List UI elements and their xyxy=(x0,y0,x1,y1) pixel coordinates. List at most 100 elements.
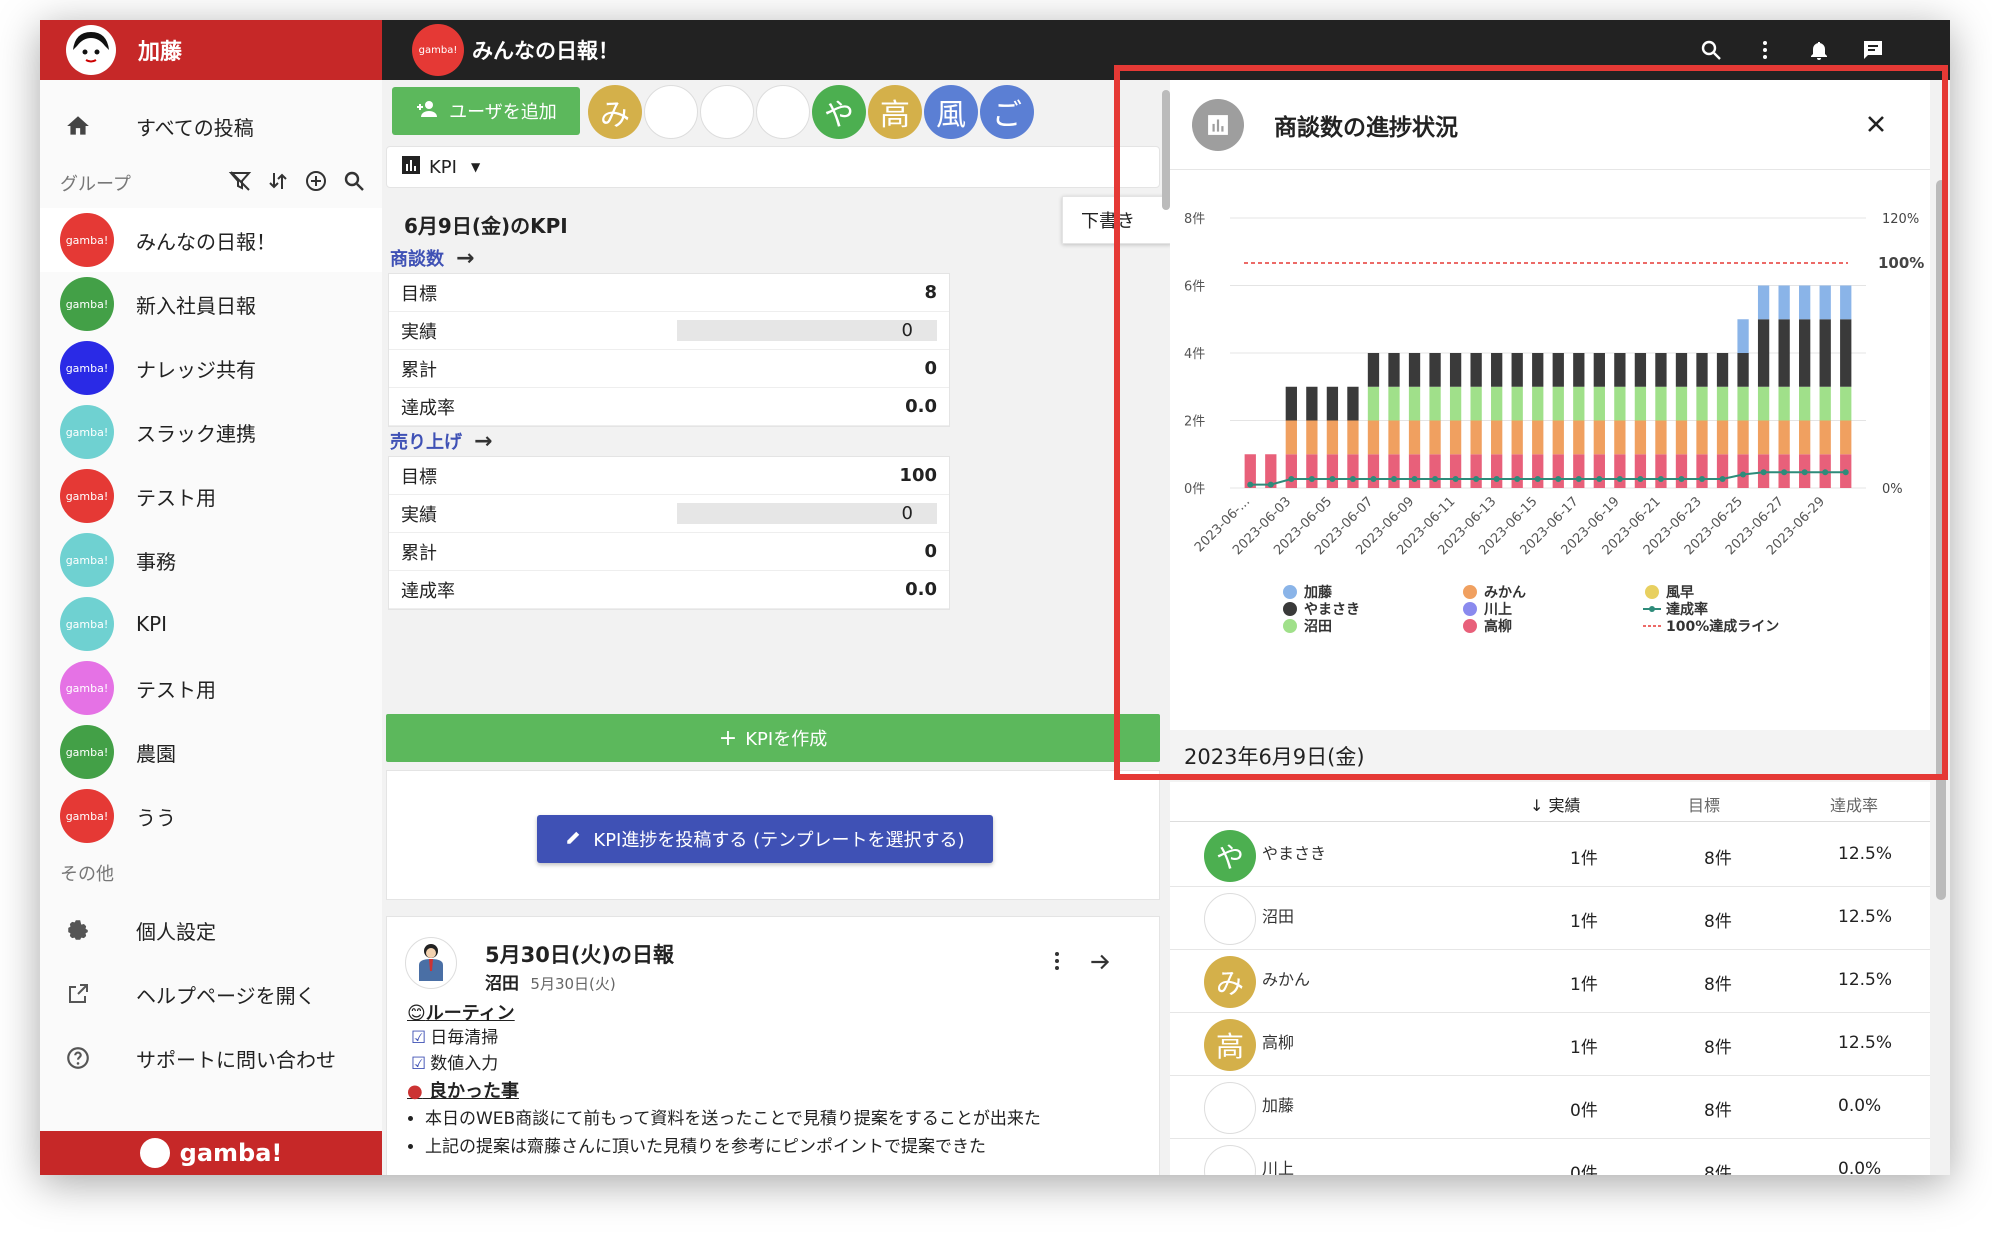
y-right-tick-label: 120% xyxy=(1882,212,1919,227)
bar-segment xyxy=(1511,454,1523,488)
header-actual-label: 実績 xyxy=(1548,796,1581,815)
checklist-item[interactable]: ☑ 数値入力 xyxy=(411,1051,498,1077)
group-item[interactable]: gamba! KPI xyxy=(40,592,382,656)
sort-header-actual[interactable]: ↓ 実績 xyxy=(1530,792,1581,816)
chat-icon[interactable] xyxy=(1856,33,1890,67)
kpi-section-title[interactable]: 商談数 → xyxy=(390,245,474,271)
member-avatar[interactable] xyxy=(1204,1082,1256,1134)
filter-off-icon[interactable] xyxy=(228,169,252,198)
member-avatar[interactable] xyxy=(1204,1145,1256,1175)
group-item[interactable]: gamba! みんなの日報！ xyxy=(40,208,382,272)
search-icon[interactable] xyxy=(1694,33,1728,67)
group-item[interactable]: gamba! うう xyxy=(40,784,382,848)
table-row[interactable]: 川上 0件 8件 0.0% xyxy=(1170,1139,1930,1175)
member-avatar[interactable]: や xyxy=(1204,830,1256,882)
author-avatar[interactable] xyxy=(405,937,457,989)
table-row[interactable]: 加藤 0件 8件 0.0% xyxy=(1170,1076,1930,1139)
group-item[interactable]: gamba! スラック連携 xyxy=(40,400,382,464)
member-avatar[interactable] xyxy=(1204,893,1256,945)
arrow-right-icon[interactable] xyxy=(1087,949,1113,979)
table-row[interactable]: 高高柳 1件 8件 12.5% xyxy=(1170,1013,1930,1076)
member-avatar[interactable]: や xyxy=(812,85,866,139)
member-avatar[interactable]: 高 xyxy=(1204,1019,1256,1071)
rate-point xyxy=(1637,476,1644,482)
pencil-icon xyxy=(565,828,583,851)
member-avatar[interactable]: み xyxy=(1204,956,1256,1008)
businessman-icon xyxy=(419,944,443,981)
bar-segment xyxy=(1552,454,1564,488)
report-title[interactable]: 5月30日(火)の日報 xyxy=(485,939,674,969)
member-avatar[interactable]: み xyxy=(588,85,642,139)
header-rate[interactable]: 達成率 xyxy=(1830,792,1878,816)
member-avatar[interactable] xyxy=(644,85,698,139)
bar-segment xyxy=(1757,420,1770,455)
y-tick-label: 8件 xyxy=(1184,212,1205,227)
header-target[interactable]: 目標 xyxy=(1688,792,1720,816)
table-row[interactable]: 沼田 1件 8件 12.5% xyxy=(1170,887,1930,950)
nav-support[interactable]: サポートに問い合わせ xyxy=(40,1026,382,1090)
group-label: みんなの日報！ xyxy=(136,229,276,254)
table-header: ↓ 実績 目標 達成率 xyxy=(1170,782,1930,822)
group-item[interactable]: gamba! 事務 xyxy=(40,528,382,592)
more-vertical-icon[interactable] xyxy=(1748,33,1782,67)
table-row[interactable]: みみかん 1件 8件 12.5% xyxy=(1170,950,1930,1013)
bar-segment xyxy=(1326,386,1339,421)
member-avatar[interactable]: 風 xyxy=(924,85,978,139)
group-header-label: グループ xyxy=(60,174,131,195)
cell-name: みかん xyxy=(1262,970,1311,989)
kpi-row-value: 0 xyxy=(924,541,937,562)
kpi-row: 実績 0 xyxy=(389,312,949,350)
create-kpi-button[interactable]: + KPIを作成 xyxy=(386,714,1160,762)
kpi-section-title[interactable]: 売り上げ → xyxy=(390,428,492,454)
member-avatar[interactable]: 高 xyxy=(868,85,922,139)
routine-heading-text: ルーティン xyxy=(425,1003,515,1024)
checkbox-checked-icon[interactable]: ☑ xyxy=(411,1028,426,1048)
group-item[interactable]: gamba! ナレッジ共有 xyxy=(40,336,382,400)
add-user-button[interactable]: ユーザを追加 xyxy=(392,87,580,135)
panel-scrollbar[interactable] xyxy=(1936,180,1946,900)
bar-segment xyxy=(1840,386,1852,421)
kpi-selector[interactable]: KPI ▼ xyxy=(386,146,1160,188)
close-icon[interactable] xyxy=(1862,110,1890,142)
member-avatar[interactable] xyxy=(700,85,754,139)
bar-segment xyxy=(1511,353,1523,387)
kpi-row-value[interactable]: 0 xyxy=(677,320,937,341)
nav-all-posts[interactable]: すべての投稿 xyxy=(40,94,382,158)
member-avatar[interactable] xyxy=(756,85,810,139)
nav-settings[interactable]: 個人設定 xyxy=(40,898,382,962)
group-item[interactable]: gamba! 新入社員日報 xyxy=(40,272,382,336)
bar-segment xyxy=(1799,420,1811,455)
checkbox-checked-icon[interactable]: ☑ xyxy=(411,1054,426,1074)
report-author[interactable]: 沼田 xyxy=(485,974,519,994)
draft-button-label: 下書き xyxy=(1081,211,1135,232)
more-vertical-icon[interactable] xyxy=(1045,949,1069,977)
kpi-row-label: 累計 xyxy=(401,542,437,564)
group-item[interactable]: gamba! テスト用 xyxy=(40,464,382,528)
report-meta: 沼田 5月30日(火) xyxy=(485,969,616,994)
legend-label: 沼田 xyxy=(1304,619,1332,635)
bar-segment xyxy=(1819,386,1831,421)
bell-icon[interactable] xyxy=(1802,33,1836,67)
ladybug-icon: ● xyxy=(407,1081,423,1102)
group-item[interactable]: gamba! 農園 xyxy=(40,720,382,784)
group-logo: gamba! xyxy=(412,24,464,76)
good-heading-text: 良かった事 xyxy=(429,1081,519,1102)
table-row[interactable]: ややまさき 1件 8件 12.5% xyxy=(1170,824,1930,887)
search-icon[interactable] xyxy=(342,169,366,198)
rate-point xyxy=(1308,476,1315,482)
group-logo: gamba! xyxy=(60,533,114,587)
member-avatar[interactable]: ご xyxy=(980,85,1034,139)
draft-button[interactable]: 下書き xyxy=(1062,196,1172,244)
sidebar-header[interactable]: 加藤 xyxy=(40,20,382,80)
bar-segment xyxy=(1552,420,1564,455)
checklist-item[interactable]: ☑ 日毎清掃 xyxy=(411,1025,498,1051)
post-kpi-progress-button[interactable]: KPI進捗を投稿する (テンプレートを選択する) xyxy=(537,815,993,863)
group-logo: gamba! xyxy=(60,469,114,523)
group-item[interactable]: gamba! テスト用 xyxy=(40,656,382,720)
sort-icon[interactable] xyxy=(266,169,290,198)
main-scrollbar[interactable] xyxy=(1162,90,1170,210)
kpi-row-value[interactable]: 0 xyxy=(677,503,937,524)
add-circle-icon[interactable] xyxy=(304,169,328,198)
nav-help[interactable]: ヘルプページを開く xyxy=(40,962,382,1026)
user-avatar[interactable] xyxy=(66,25,116,75)
